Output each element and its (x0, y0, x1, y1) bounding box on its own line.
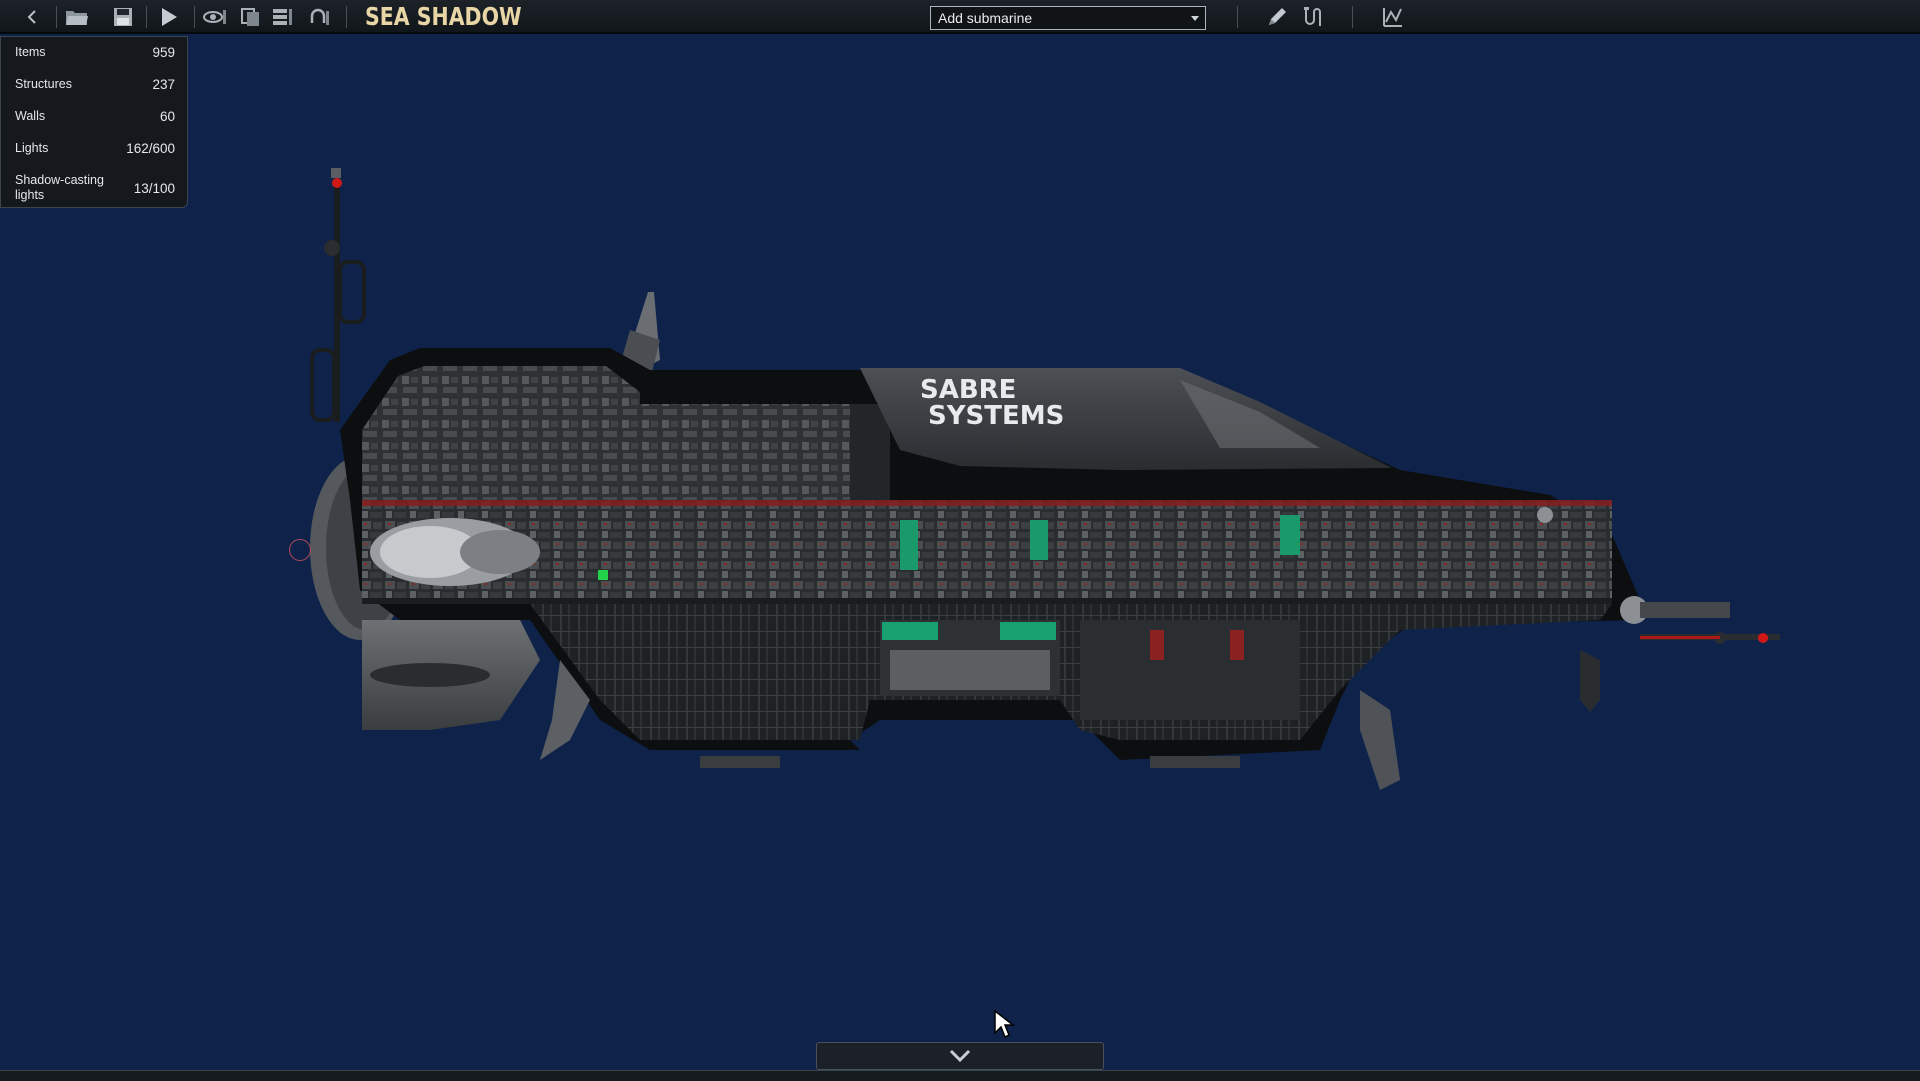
waypoint-icon (1383, 8, 1402, 27)
visibility-button[interactable] (200, 4, 230, 30)
layers-icon (241, 8, 259, 26)
stat-label: Shadow-casting lights (15, 173, 104, 202)
save-button[interactable] (108, 4, 138, 30)
mouse-cursor-icon (994, 1009, 1015, 1039)
pencil-icon (1269, 8, 1286, 25)
bottom-bar (0, 1070, 1920, 1081)
stat-value: 237 (152, 77, 175, 92)
editor-viewport[interactable]: SABRE SYSTEMS SEA SHADOW Add submarine I… (0, 0, 1920, 1081)
folder-open-icon (66, 11, 88, 25)
add-submarine-dropdown[interactable]: Add submarine (930, 6, 1206, 30)
submarine-stats-panel: Items 959 Structures 237 Walls 60 Lights… (0, 36, 188, 208)
open-button[interactable] (62, 4, 92, 30)
wire-icon (1304, 7, 1321, 26)
wiring-tool-button[interactable] (1298, 4, 1328, 30)
stat-value: 959 (152, 45, 175, 60)
waypoints-tool-button[interactable] (1378, 4, 1408, 30)
play-icon (162, 8, 177, 26)
stat-label: Lights (15, 141, 49, 155)
rotate-icon (310, 8, 329, 25)
list-icon (273, 9, 292, 25)
test-button[interactable] (154, 4, 184, 30)
submarine-name: SEA SHADOW (365, 2, 522, 31)
chevron-down-icon (949, 1049, 971, 1063)
stat-label: Walls (15, 109, 46, 123)
rotate-button[interactable] (304, 4, 334, 30)
stat-value: 13/100 (133, 181, 175, 196)
pencil-tool-button[interactable] (1262, 4, 1292, 30)
hull-layer-button[interactable] (236, 4, 266, 30)
submarine-render[interactable]: SABRE SYSTEMS (0, 0, 1920, 1080)
back-button[interactable] (18, 4, 48, 30)
stat-value: 162/600 (126, 141, 175, 156)
stat-value: 60 (159, 109, 175, 124)
add-submarine-label: Add submarine (938, 10, 1033, 26)
stat-label: Items (15, 45, 46, 59)
dropdown-arrow-icon (1191, 16, 1199, 21)
hull-decal-line2: SYSTEMS (928, 401, 1064, 431)
chevron-left-icon (27, 10, 36, 24)
entity-list-button[interactable] (268, 4, 298, 30)
bottom-panel-toggle[interactable] (816, 1042, 1104, 1070)
stat-label: Structures (15, 77, 72, 91)
eye-icon (203, 10, 226, 24)
save-icon (114, 8, 132, 26)
origin-marker (289, 539, 311, 561)
top-toolbar: SEA SHADOW Add submarine (0, 0, 1920, 34)
